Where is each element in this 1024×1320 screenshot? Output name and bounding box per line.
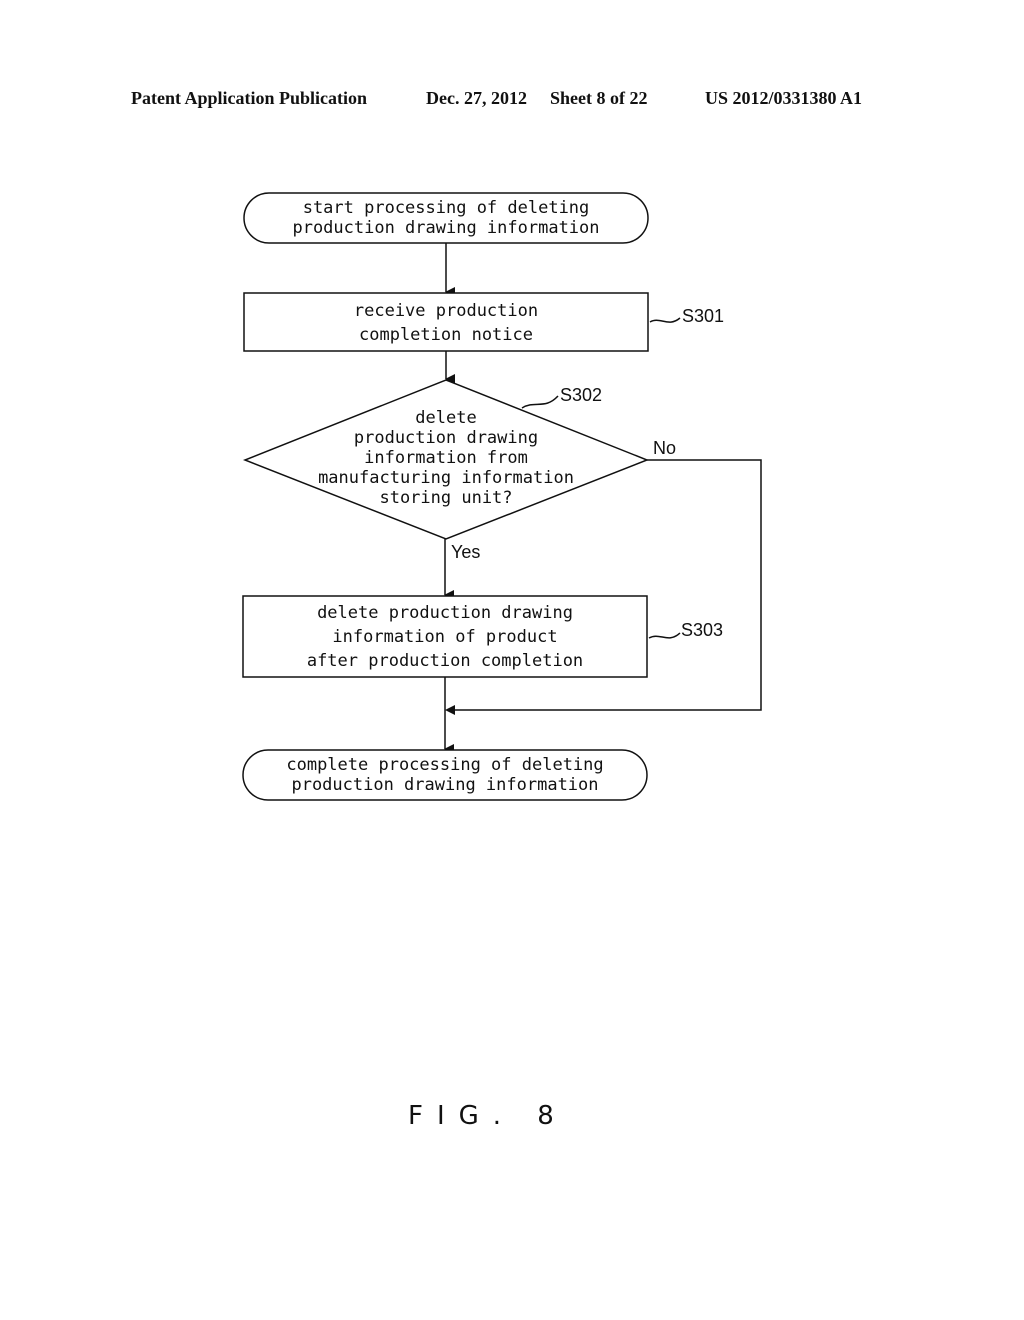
s303-leader-line [648,632,681,639]
s301-label: S301 [682,306,724,326]
s301-text-line-2: completion notice [359,325,533,345]
s302-label: S302 [560,385,602,405]
end-text-line-2: production drawing information [291,775,598,795]
no-branch-label: No [653,438,676,458]
s303-text-line-3: after production completion [307,651,583,671]
step-s301: receive production completion notice S30… [243,292,724,352]
s303-label: S303 [681,620,723,640]
s302-text-line-2: production drawing [354,428,538,448]
s302-leader-line [521,395,559,409]
s302-text-line-3: information from [364,448,528,468]
yes-branch-label: Yes [451,542,480,562]
s301-leader-line [649,317,681,323]
no-branch-arrowhead [445,705,455,715]
s301-text-line-1: receive production [354,301,538,321]
s303-text-line-1: delete production drawing [317,603,573,623]
step-s303: delete production drawing information of… [242,595,723,678]
start-text-line-2: production drawing information [292,218,599,238]
end-terminal: complete processing of deleting producti… [242,749,648,801]
s302-text-line-5: storing unit? [379,488,512,508]
end-text-line-1: complete processing of deleting [286,755,603,775]
s302-text-line-1: delete [415,408,476,428]
flowchart: start processing of deleting production … [242,192,762,1131]
figure-label: FIG. 8 [408,1101,568,1131]
start-text-line-1: start processing of deleting [303,198,590,218]
step-s302: delete production drawing information fr… [242,379,650,540]
s302-text-line-4: manufacturing information [318,468,574,488]
start-terminal: start processing of deleting production … [243,192,649,244]
s303-text-line-2: information of product [332,627,557,647]
